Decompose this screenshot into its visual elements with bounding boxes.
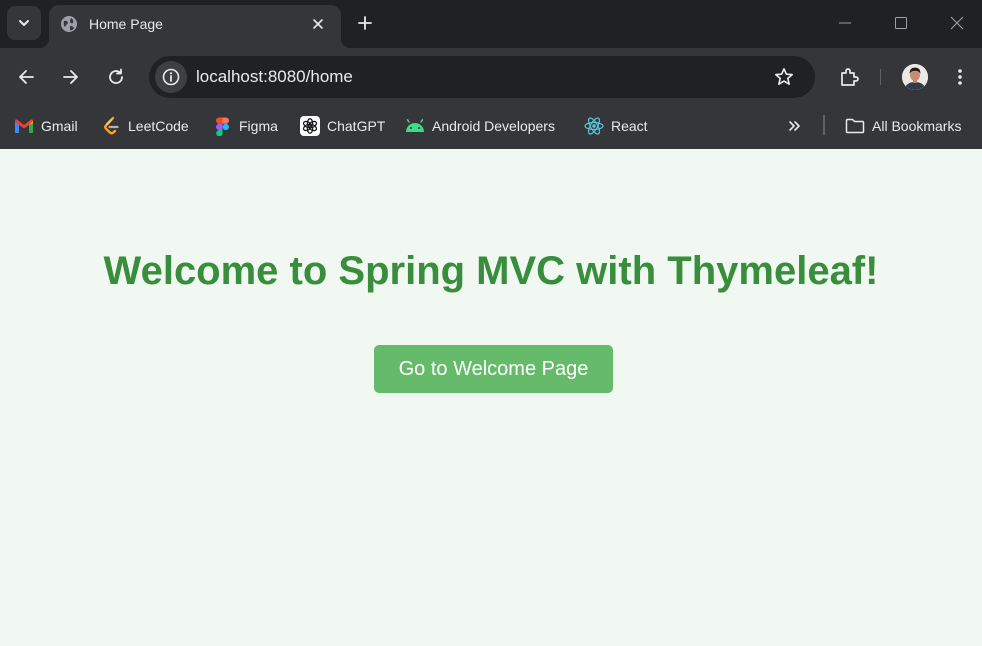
bookmark-label: LeetCode — [128, 118, 189, 134]
toolbar-divider — [880, 69, 881, 85]
tab-home-page[interactable]: Home Page — [39, 5, 351, 48]
close-icon — [313, 19, 323, 29]
gmail-icon — [14, 116, 34, 136]
new-tab-button[interactable] — [352, 10, 378, 36]
bookmarks-bar: Gmail LeetCode Figma ChatGPT Android Dev… — [0, 106, 982, 149]
go-to-welcome-button[interactable]: Go to Welcome Page — [374, 345, 613, 393]
page-heading: Welcome to Spring MVC with Thymeleaf! — [103, 249, 879, 293]
more-bookmarks-button[interactable] — [783, 114, 807, 138]
site-info-button[interactable] — [155, 61, 187, 93]
address-bar[interactable]: localhost:8080/home — [149, 56, 815, 98]
minimize-icon — [839, 22, 851, 24]
puzzle-icon — [841, 68, 859, 86]
tab-close-button[interactable] — [308, 14, 328, 34]
figma-icon — [212, 116, 232, 136]
leetcode-icon — [101, 116, 121, 136]
close-window-button[interactable] — [932, 0, 982, 46]
bookmark-android-developers[interactable]: Android Developers — [405, 113, 555, 139]
tab-title: Home Page — [89, 16, 163, 32]
chatgpt-icon — [300, 116, 320, 136]
url-text[interactable]: localhost:8080/home — [196, 67, 353, 87]
bookmark-star-button[interactable] — [769, 63, 799, 91]
star-icon — [775, 68, 793, 85]
avatar-image — [902, 64, 928, 90]
chevron-down-icon — [19, 20, 29, 26]
browser-menu-button[interactable] — [944, 61, 976, 93]
chevron-double-right-icon — [789, 121, 800, 131]
tab-search-button[interactable] — [7, 6, 41, 40]
maximize-button[interactable] — [876, 0, 926, 46]
close-icon — [950, 16, 964, 30]
bookmark-label: ChatGPT — [327, 118, 386, 134]
more-vertical-icon — [958, 69, 962, 85]
extensions-button[interactable] — [833, 61, 865, 93]
browser-toolbar: localhost:8080/home — [0, 48, 982, 106]
tab-strip: Home Page — [0, 0, 982, 48]
forward-button[interactable] — [55, 61, 87, 93]
minimize-button[interactable] — [820, 0, 870, 46]
bookmark-label: Gmail — [41, 118, 78, 134]
reload-icon — [109, 68, 123, 84]
bookmark-label: Android Developers — [432, 118, 555, 134]
bookmarks-divider — [823, 115, 825, 135]
maximize-icon — [895, 17, 907, 29]
bookmark-leetcode[interactable]: LeetCode — [101, 113, 189, 139]
bookmark-gmail[interactable]: Gmail — [14, 113, 78, 139]
folder-icon — [845, 116, 865, 136]
all-bookmarks-button[interactable]: All Bookmarks — [845, 113, 961, 139]
bookmark-figma[interactable]: Figma — [212, 113, 278, 139]
page-content: Welcome to Spring MVC with Thymeleaf! Go… — [0, 149, 982, 646]
all-bookmarks-label: All Bookmarks — [872, 118, 962, 134]
profile-avatar[interactable] — [902, 64, 928, 90]
android-icon — [405, 116, 425, 136]
bookmark-label: React — [611, 118, 648, 134]
bookmark-react[interactable]: React — [584, 113, 648, 139]
react-icon — [584, 116, 604, 136]
bookmark-label: Figma — [239, 118, 278, 134]
reload-button[interactable] — [100, 61, 132, 93]
arrow-right-icon — [63, 70, 78, 84]
info-icon — [162, 68, 180, 86]
back-button[interactable] — [10, 61, 42, 93]
bookmark-chatgpt[interactable]: ChatGPT — [300, 113, 385, 139]
arrow-left-icon — [19, 70, 34, 84]
globe-icon — [61, 16, 77, 32]
plus-icon — [358, 16, 372, 30]
